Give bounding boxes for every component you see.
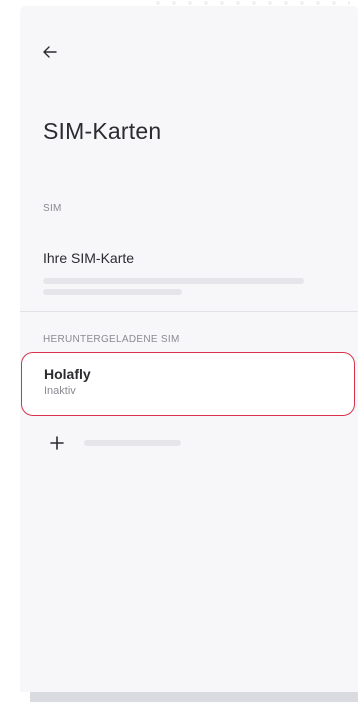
sim-card-name: Ihre SIM-Karte <box>43 250 135 266</box>
loading-placeholder-line <box>43 289 182 295</box>
downloaded-sim-item[interactable]: Holafly Inaktiv <box>21 352 355 416</box>
screen-background <box>20 6 358 692</box>
loading-placeholder-line <box>84 440 181 446</box>
section-label-sim: SIM <box>43 203 62 214</box>
app-frame: SIM-Karten SIM Ihre SIM-Karte HERUNTERGE… <box>0 0 358 702</box>
loading-placeholder-line <box>43 278 304 284</box>
section-divider <box>20 311 358 312</box>
arrow-left-icon <box>43 46 57 58</box>
add-sim-button[interactable] <box>50 432 181 454</box>
esim-status: Inaktiv <box>44 385 76 397</box>
section-label-downloaded-sim: HERUNTERGELADENE SIM <box>43 334 180 345</box>
sim-card-item[interactable]: Ihre SIM-Karte <box>43 250 308 295</box>
back-button[interactable] <box>38 40 62 64</box>
page-title: SIM-Karten <box>43 118 162 144</box>
esim-name: Holafly <box>44 366 91 382</box>
bottom-bar <box>30 692 358 702</box>
plus-icon <box>50 436 64 450</box>
